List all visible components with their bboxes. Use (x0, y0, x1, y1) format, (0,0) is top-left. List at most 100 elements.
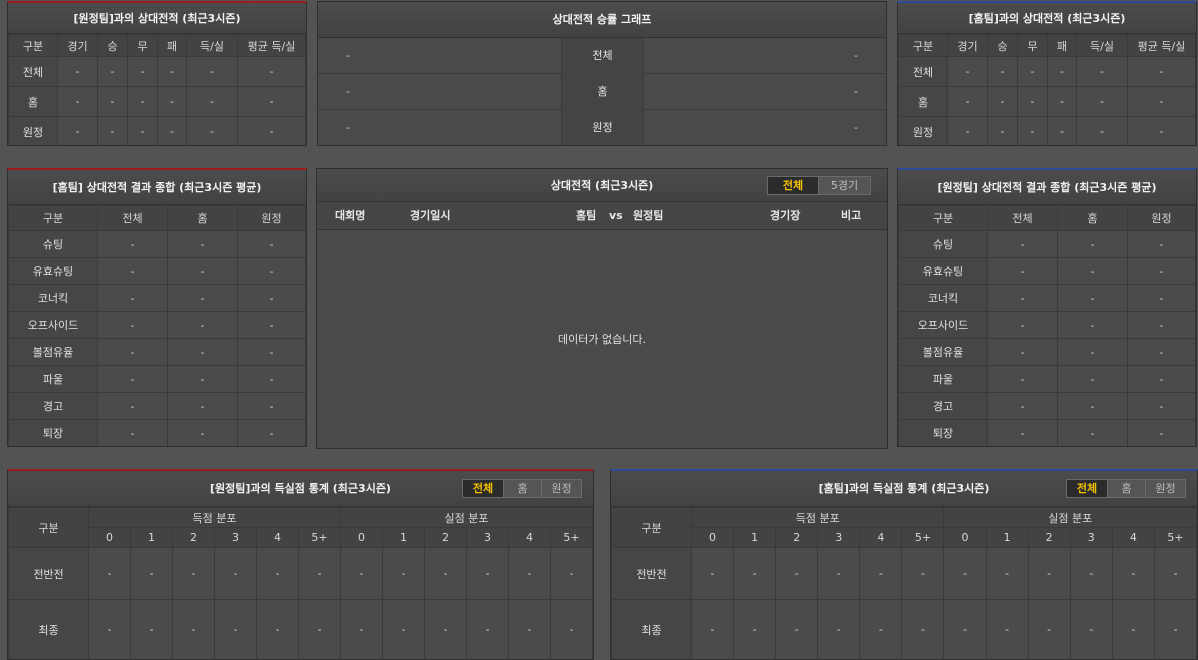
col-date: 경기일시 (410, 209, 451, 222)
cell: - (1076, 56, 1128, 87)
tab-all[interactable]: 전체 (1067, 480, 1107, 497)
row-label: 전반전 (611, 547, 692, 600)
home-summary-title: [홈팀] 상대전적 결과 종합 (최근3시즌 평균) (8, 170, 306, 205)
home-goals-table: 구분 득점 분포 실점 분포 0 1 2 3 4 5+ 0 1 2 3 4 5+… (611, 507, 1197, 659)
table-row: 홈 - - - - - - (8, 86, 306, 117)
col-header: 원정 (1127, 205, 1196, 231)
cell: - (947, 56, 988, 87)
away-summary-panel: [원정팀] 상대전적 결과 종합 (최근3시즌 평균) 구분 전체 홈 원정 슈… (897, 168, 1197, 447)
cell: - (97, 419, 168, 446)
cell: - (237, 284, 306, 312)
cell: - (943, 547, 987, 600)
table-row: 유효슈팅 - - - (898, 257, 1196, 285)
cell: - (550, 599, 593, 659)
row-label: 슈팅 (898, 230, 988, 258)
cell: - (1127, 86, 1196, 117)
h2h-list-tabs: 전체 5경기 (767, 176, 871, 195)
bucket-header: 0 (340, 527, 383, 548)
tab-away[interactable]: 원정 (541, 480, 581, 497)
col-header: 평균 득/실 (237, 34, 306, 57)
away-goals-header: [원정팀]과의 득실점 통계 (최근3시즌) 전체 홈 원정 (8, 471, 593, 507)
cell: - (466, 599, 509, 659)
bucket-header: 3 (466, 527, 509, 548)
table-row: 오프사이드 - - - (898, 311, 1196, 339)
table-row: 코너킥 - - - (898, 284, 1196, 312)
table-row: 원정 - - - - - - (898, 116, 1196, 145)
graph-home-value: - (346, 85, 350, 98)
home-h2h-title: [홈팀]과의 상대전적 (최근3시즌) (898, 3, 1196, 34)
col-header: 구분 (898, 205, 988, 231)
graph-away-value: - (854, 121, 858, 134)
row-label: 경고 (898, 392, 988, 420)
cell: - (237, 338, 306, 366)
col-league: 대회명 (335, 209, 366, 222)
scored-header: 득점 분포 (690, 507, 945, 528)
tab-away[interactable]: 원정 (1145, 480, 1185, 497)
cell: - (167, 284, 238, 312)
cell: - (987, 86, 1018, 117)
col-header: 전체 (97, 205, 168, 231)
table-row: 최종 - - - - - - - - - - - - (8, 599, 593, 659)
row-label: 유효슈팅 (898, 257, 988, 285)
cell: - (987, 116, 1018, 145)
col-header: 전체 (987, 205, 1058, 231)
cell: - (237, 86, 306, 117)
row-label: 유효슈팅 (8, 257, 98, 285)
cell: - (1057, 365, 1128, 393)
cell: - (97, 284, 168, 312)
cell: - (237, 257, 306, 285)
cell: - (157, 116, 187, 145)
col-header: 홈 (1057, 205, 1128, 231)
col-header: 패 (1047, 34, 1077, 57)
cell: - (57, 116, 98, 145)
bucket-header: 5+ (550, 527, 593, 548)
cell: - (987, 419, 1058, 446)
table-row: 코너킥 - - - (8, 284, 306, 312)
cell: - (987, 365, 1058, 393)
tab-home[interactable]: 홈 (503, 480, 541, 497)
away-goals-tabs: 전체 홈 원정 (462, 479, 582, 498)
away-goals-panel: [원정팀]과의 득실점 통계 (최근3시즌) 전체 홈 원정 구분 득점 분포 … (7, 469, 594, 660)
cell: - (172, 547, 215, 600)
table-row: 파울 - - - (898, 365, 1196, 393)
cell: - (130, 547, 173, 600)
away-h2h-table: 구분 경기 승 무 패 득/실 평균 득/실 전체 - - - - - - 홈 … (8, 34, 306, 145)
col-header: 승 (987, 34, 1018, 57)
cell: - (1057, 419, 1128, 446)
col-header: 경기 (947, 34, 988, 57)
col-header: 구분 (8, 34, 58, 57)
cell: - (1127, 392, 1196, 420)
cell: - (985, 599, 1029, 659)
table-row: 오프사이드 - - - (8, 311, 306, 339)
col-header: 구분 (8, 205, 98, 231)
row-label: 원정 (8, 116, 58, 145)
cell: - (214, 547, 257, 600)
scored-header: 득점 분포 (88, 507, 341, 528)
col-header: 원정 (237, 205, 306, 231)
row-label: 홈 (8, 86, 58, 117)
cell: - (237, 116, 306, 145)
home-goals-header: [홈팀]과의 득실점 통계 (최근3시즌) 전체 홈 원정 (611, 471, 1197, 507)
cell: - (88, 599, 131, 659)
tab-home[interactable]: 홈 (1107, 480, 1145, 497)
cell: - (1127, 284, 1196, 312)
tab-all[interactable]: 전체 (768, 177, 818, 194)
cell: - (859, 547, 903, 600)
cell: - (130, 599, 173, 659)
cell: - (88, 547, 131, 600)
cell: - (1076, 116, 1128, 145)
row-label: 홈 (898, 86, 948, 117)
away-goals-title: [원정팀]과의 득실점 통계 (최근3시즌) (210, 482, 391, 495)
empty-message: 데이터가 없습니다. (558, 333, 646, 346)
cell: - (817, 547, 861, 600)
bucket-header: 4 (256, 527, 299, 548)
bucket-header: 4 (1111, 527, 1155, 548)
tab-all[interactable]: 전체 (463, 480, 503, 497)
cell: - (97, 338, 168, 366)
table-row: 홈 - - - - - - (898, 86, 1196, 117)
cell: - (1017, 86, 1048, 117)
cell: - (985, 547, 1029, 600)
tab-5-games[interactable]: 5경기 (818, 177, 870, 194)
cell: - (987, 284, 1058, 312)
cell: - (256, 547, 299, 600)
